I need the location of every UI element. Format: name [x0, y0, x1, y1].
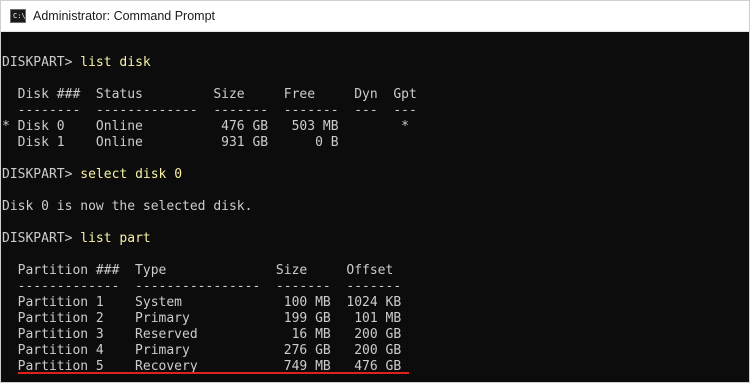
command-prompt-window: C:\. Administrator: Command Prompt DISKP…: [0, 0, 750, 383]
console-line: Partition 4 Primary 276 GB 200 GB: [2, 343, 402, 358]
console-line: Disk ### Status Size Free Dyn Gpt: [2, 87, 417, 102]
console-output[interactable]: DISKPART> list disk Disk ### Status Size…: [2, 39, 749, 382]
console-line: DISKPART> select disk 0: [2, 167, 749, 183]
console-line: DISKPART> list disk: [2, 55, 749, 71]
console-line: Partition 1 System 100 MB 1024 KB: [2, 295, 402, 310]
console-line: Disk 1 Online 931 GB 0 B: [2, 135, 339, 150]
command-prompt-icon: C:\.: [10, 9, 30, 23]
command-text: list disk: [80, 55, 151, 70]
console-line: Partition 2 Primary 199 GB 101 MB: [2, 311, 402, 326]
prompt-text: DISKPART>: [2, 167, 81, 182]
console-line: * Disk 0 Online 476 GB 503 MB *: [2, 119, 409, 134]
command-prompt-icon-label: C:\.: [13, 11, 30, 20]
prompt-text: DISKPART>: [2, 55, 81, 70]
console-line: -------- ------------- ------- ------- -…: [2, 103, 417, 118]
console-line: Partition ### Type Size Offset: [2, 263, 394, 278]
window-title: Administrator: Command Prompt: [33, 9, 216, 23]
console-line: DISKPART> list part: [2, 231, 749, 247]
command-text: select disk 0: [80, 167, 183, 182]
console-line: Disk 0 is now the selected disk.: [2, 199, 253, 214]
prompt-text: DISKPART>: [2, 231, 81, 246]
console-line: Partition 3 Reserved 16 MB 200 GB: [2, 327, 402, 342]
title-bar[interactable]: C:\. Administrator: Command Prompt: [1, 1, 749, 32]
console-line: ------------- ---------------- ------- -…: [2, 279, 402, 294]
command-text: list part: [80, 231, 151, 246]
partition-5-highlight-underline: [18, 372, 409, 374]
